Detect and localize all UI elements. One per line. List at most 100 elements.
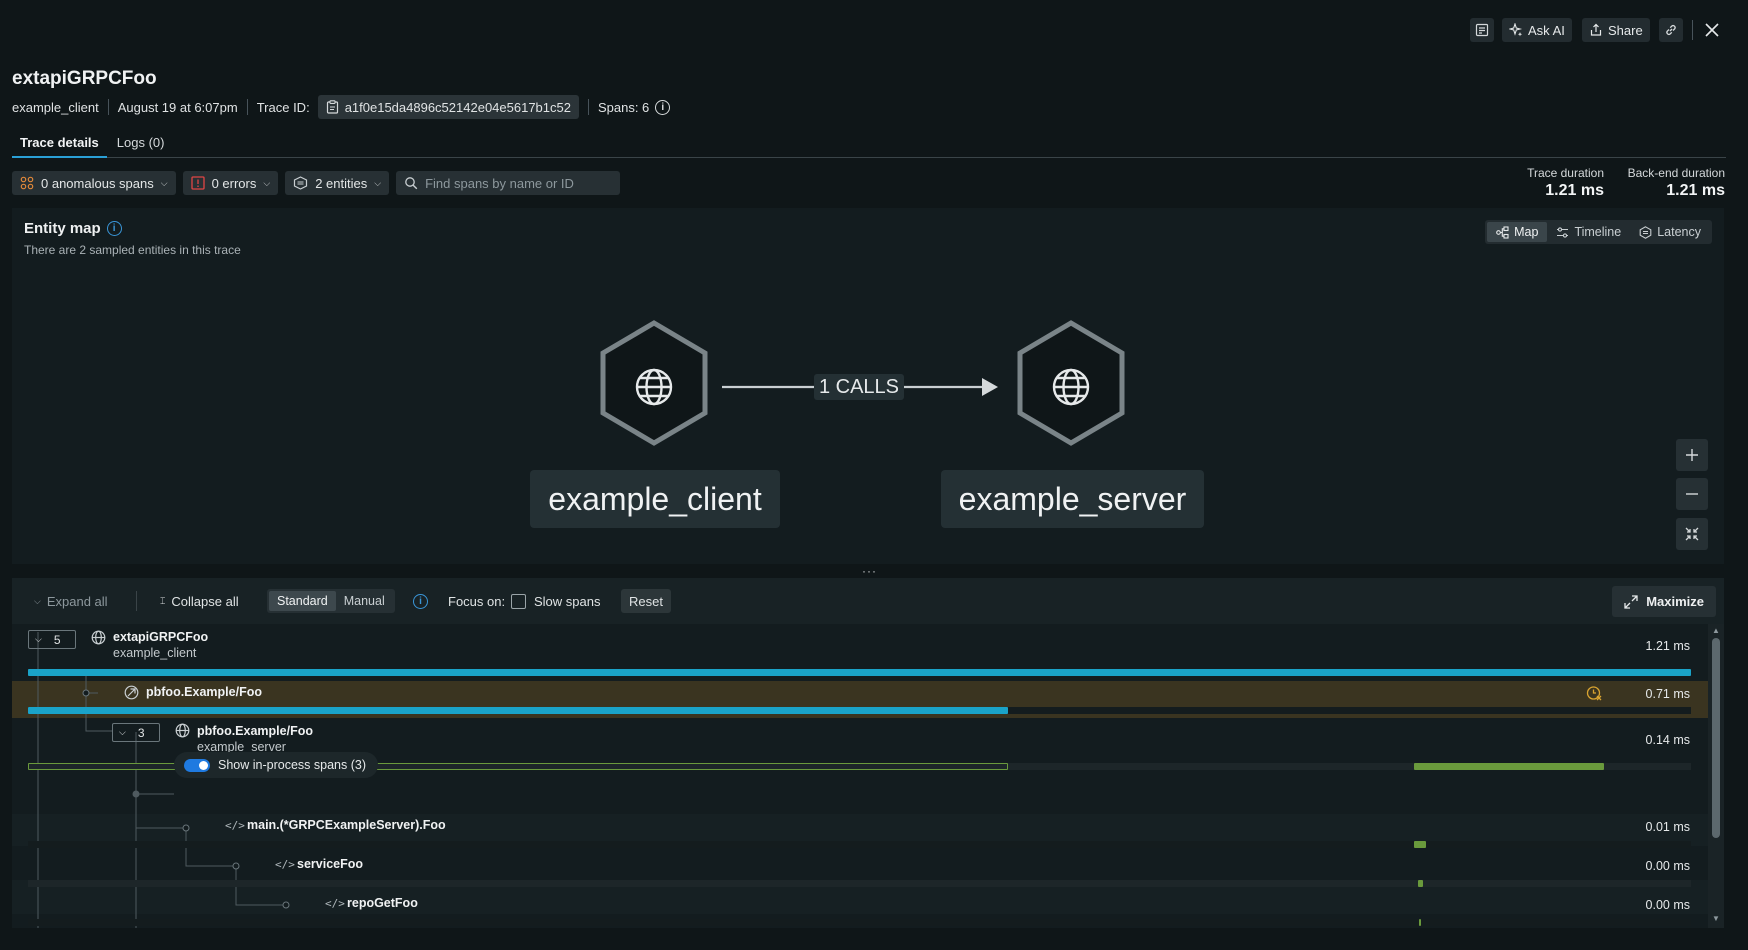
panel-resize-handle[interactable]: ··· (862, 564, 877, 578)
span-bar-track (28, 880, 1691, 887)
code-icon: </> (275, 858, 295, 871)
divider (246, 99, 248, 115)
timestamp: August 19 at 6:07pm (117, 99, 238, 115)
close-button[interactable] (1702, 20, 1722, 40)
anomalous-label: 0 anomalous spans (41, 175, 154, 191)
tab-bar: Trace details Logs (0) (12, 132, 1726, 158)
close-icon (1705, 23, 1719, 37)
client-node[interactable] (600, 320, 708, 446)
anomaly-grid-icon (20, 176, 34, 190)
page-title: extapiGRPCFoo (12, 68, 157, 89)
span-name[interactable]: repoGetFoo (347, 896, 418, 910)
span-search-input[interactable]: Find spans by name or ID (396, 171, 621, 195)
span-bar[interactable] (1418, 880, 1423, 887)
anomalous-spans-filter[interactable]: 0 anomalous spans ⌵ (12, 171, 176, 195)
entities-icon (294, 176, 308, 190)
globe-icon (91, 630, 106, 645)
span-bar[interactable] (28, 669, 1691, 676)
search-placeholder: Find spans by name or ID (425, 175, 574, 191)
server-node-label[interactable]: example_server (941, 470, 1204, 528)
span-entity: example_client (113, 646, 197, 660)
divider (587, 99, 589, 115)
share-label: Share (1608, 22, 1643, 38)
errors-filter[interactable]: 0 errors ⌵ (182, 171, 279, 195)
toggle-switch[interactable] (184, 758, 210, 772)
anomaly-clock-icon[interactable] (1586, 685, 1602, 701)
span-name[interactable]: serviceFoo (297, 857, 363, 871)
external-call-icon (124, 685, 139, 700)
chevron-down-icon: ⌵ (374, 177, 382, 188)
errors-label: 0 errors (211, 175, 257, 191)
plus-icon (1686, 449, 1698, 461)
span-name[interactable]: pbfoo.Example/Foo (197, 724, 313, 738)
code-icon: </> (325, 897, 345, 910)
sparkle-icon (1509, 23, 1523, 37)
backend-duration: Back-end duration 1.21 ms (1612, 166, 1725, 200)
span-child-count[interactable]: ⌵ 3 (112, 723, 160, 742)
span-bar[interactable] (1419, 919, 1421, 926)
trace-duration-value: 1.21 ms (1545, 182, 1604, 199)
span-bar[interactable] (28, 707, 1008, 714)
tab-trace-details[interactable]: Trace details (12, 132, 107, 158)
globe-icon (175, 723, 190, 738)
scrollbar[interactable]: ▲ ▼ (1708, 624, 1724, 928)
span-bar-track (28, 841, 1691, 848)
entities-filter[interactable]: 2 entities ⌵ (285, 171, 390, 195)
entity-map-panel: Entity map i There are 2 sampled entitie… (12, 208, 1724, 564)
share-button[interactable]: Share (1582, 18, 1650, 42)
chevron-down-icon: ⌵ (263, 177, 271, 188)
client-node-label[interactable]: example_client (530, 470, 780, 528)
divider (107, 99, 109, 115)
span-name[interactable]: extapiGRPCFoo (113, 630, 208, 644)
in-process-label: Show in-process spans (3) (218, 758, 366, 772)
entity-name: example_client (12, 99, 99, 115)
share-icon (1590, 23, 1602, 36)
span-bar[interactable] (1414, 763, 1604, 770)
notes-icon (1475, 23, 1489, 37)
span-name[interactable]: main.(*GRPCExampleServer).Foo (247, 818, 446, 832)
span-name[interactable]: pbfoo.Example/Foo (146, 685, 262, 699)
span-duration: 0.14 ms (1645, 733, 1690, 747)
scroll-up-icon[interactable]: ▲ (1712, 626, 1720, 635)
copy-link-button[interactable] (1659, 18, 1683, 42)
collapse-arrows-icon (1685, 527, 1699, 541)
span-bar-track (28, 669, 1691, 676)
ask-ai-label: Ask AI (1528, 22, 1565, 38)
span-bar[interactable] (1414, 841, 1426, 848)
span-duration: 0.01 ms (1645, 820, 1690, 834)
tab-logs[interactable]: Logs (0) (109, 132, 173, 158)
span-duration: 0.00 ms (1645, 898, 1690, 912)
scroll-thumb[interactable] (1712, 638, 1720, 838)
fit-view-button[interactable] (1676, 518, 1708, 550)
server-node[interactable] (1017, 320, 1125, 446)
spans-count: Spans: 6 (597, 99, 650, 115)
filter-bar: 0 anomalous spans ⌵ 0 errors ⌵ 2 entitie… (12, 171, 621, 195)
clipboard-icon (326, 100, 338, 114)
trace-meta: example_client August 19 at 6:07pm Trace… (12, 95, 671, 119)
span-duration: 1.21 ms (1645, 639, 1690, 653)
notes-button[interactable] (1470, 18, 1494, 42)
trace-id: a1f0e15da4896c52142e04e5617b1c52 (344, 99, 571, 115)
chevron-down-icon: ⌵ (160, 177, 168, 188)
search-icon (405, 177, 418, 190)
error-icon (190, 176, 205, 190)
trace-duration: Trace duration 1.21 ms (1500, 166, 1604, 200)
ask-ai-button[interactable]: Ask AI (1502, 18, 1572, 42)
span-bar-track (28, 919, 1691, 926)
span-child-count[interactable]: ⌵ 5 (28, 630, 76, 649)
backend-duration-label: Back-end duration (1627, 166, 1725, 180)
zoom-out-button[interactable] (1676, 478, 1708, 510)
trace-id-label: Trace ID: (256, 99, 310, 115)
spans-panel: ⌵ Expand all ⌶ Collapse all Standard Man… (12, 578, 1724, 928)
entities-label: 2 entities (315, 175, 368, 191)
in-process-toggle[interactable]: Show in-process spans (3) (174, 752, 378, 778)
scroll-down-icon[interactable]: ▼ (1712, 914, 1720, 923)
chevron-down-icon: ⌵ (35, 634, 42, 644)
zoom-in-button[interactable] (1676, 439, 1708, 471)
edge-label: 1 CALLS (818, 375, 900, 398)
toolbar-divider (1692, 20, 1693, 40)
info-icon[interactable]: i (655, 99, 671, 115)
count-value: 5 (53, 632, 61, 647)
trace-id-copy[interactable]: a1f0e15da4896c52142e04e5617b1c52 (317, 95, 579, 119)
code-icon: </> (225, 819, 245, 832)
